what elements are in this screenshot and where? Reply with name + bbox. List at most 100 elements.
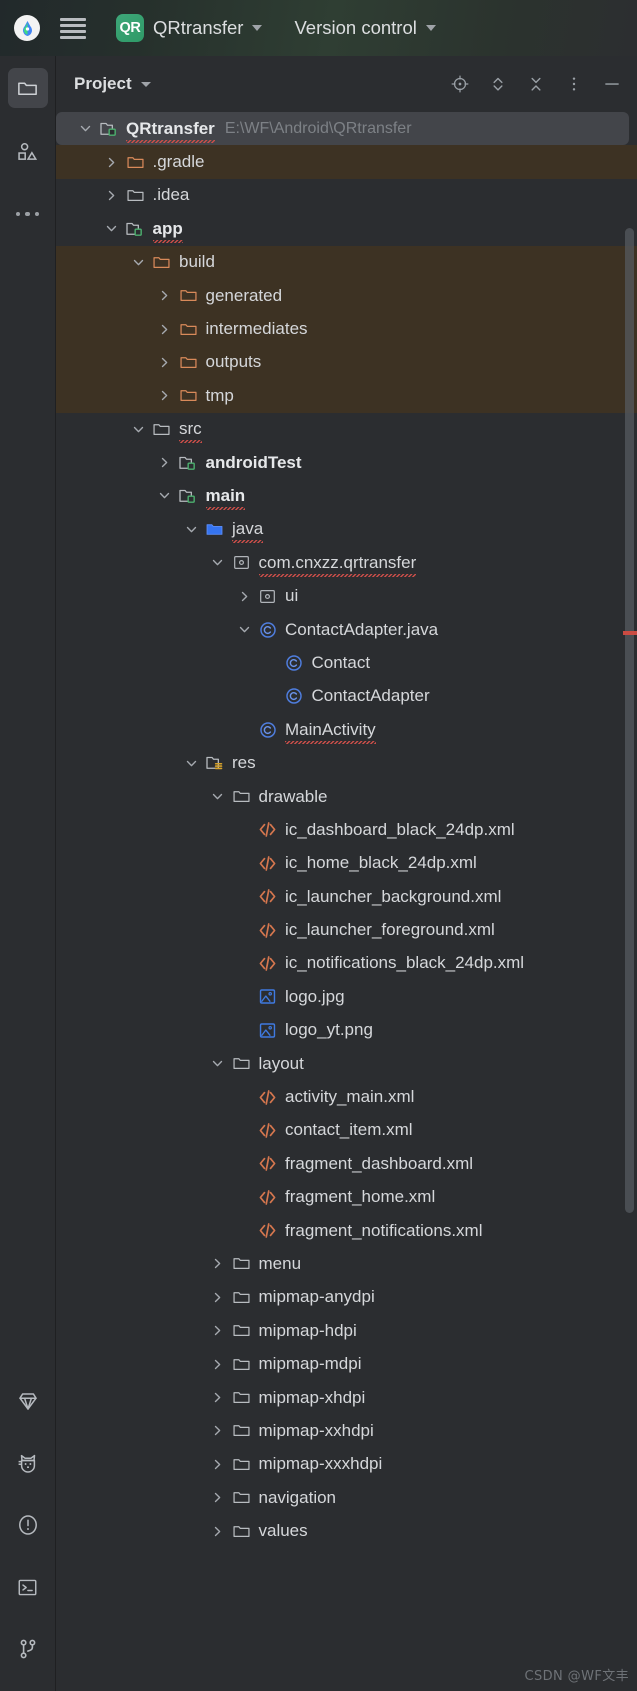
- tree-row[interactable]: mipmap-hdpi: [56, 1314, 637, 1347]
- sidebar-item-assistant[interactable]: [8, 1443, 48, 1483]
- tree-row[interactable]: fragment_dashboard.xml: [56, 1147, 637, 1180]
- sidebar-item-bookmarks[interactable]: [8, 1381, 48, 1421]
- tree-row[interactable]: app: [56, 212, 637, 245]
- folder-orange-icon: [151, 252, 172, 273]
- tree-row[interactable]: mipmap-mdpi: [56, 1347, 637, 1380]
- chevron-down-icon[interactable]: [180, 752, 202, 774]
- tree-row[interactable]: src: [56, 413, 637, 446]
- tree-row[interactable]: logo_yt.png: [56, 1014, 637, 1047]
- tree-row[interactable]: res: [56, 746, 637, 779]
- chevron-right-icon[interactable]: [207, 1520, 229, 1542]
- tree-row[interactable]: java: [56, 513, 637, 546]
- tree-row[interactable]: fragment_notifications.xml: [56, 1214, 637, 1247]
- tree-row[interactable]: .gradle: [56, 145, 637, 178]
- chevron-right-icon[interactable]: [207, 1420, 229, 1442]
- chevron-right-icon[interactable]: [154, 351, 176, 373]
- sidebar-item-terminal[interactable]: [8, 1567, 48, 1607]
- tree-row[interactable]: drawable: [56, 780, 637, 813]
- chevron-down-icon[interactable]: [127, 418, 149, 440]
- tree-row[interactable]: mipmap-xxxhdpi: [56, 1448, 637, 1481]
- chevron-right-icon[interactable]: [207, 1353, 229, 1375]
- tree-row-label: menu: [259, 1254, 302, 1274]
- tree-row[interactable]: ContactAdapter.java: [56, 613, 637, 646]
- tree-row[interactable]: menu: [56, 1247, 637, 1280]
- java-class-icon: [257, 719, 278, 740]
- tree-row[interactable]: main: [56, 479, 637, 512]
- error-stripe-marker[interactable]: [623, 631, 637, 635]
- chevron-down-icon[interactable]: [141, 82, 151, 87]
- sidebar-item-version-control[interactable]: [8, 1629, 48, 1669]
- vertical-scrollbar[interactable]: [625, 228, 634, 1213]
- tree-row[interactable]: androidTest: [56, 446, 637, 479]
- tree-row[interactable]: values: [56, 1514, 637, 1547]
- chevron-down-icon[interactable]: [74, 118, 96, 140]
- chevron-down-icon[interactable]: [207, 786, 229, 808]
- chevron-down-icon[interactable]: [207, 552, 229, 574]
- chevron-right-icon[interactable]: [101, 151, 123, 173]
- tree-row[interactable]: contact_item.xml: [56, 1114, 637, 1147]
- chevron-right-icon[interactable]: [207, 1487, 229, 1509]
- chevron-right-icon[interactable]: [154, 385, 176, 407]
- select-opened-file-button[interactable]: [449, 73, 471, 95]
- chevron-right-icon[interactable]: [207, 1387, 229, 1409]
- options-button[interactable]: [563, 73, 585, 95]
- tree-row[interactable]: outputs: [56, 346, 637, 379]
- tree-row[interactable]: fragment_home.xml: [56, 1181, 637, 1214]
- tree-row[interactable]: layout: [56, 1047, 637, 1080]
- tree-row[interactable]: ic_notifications_black_24dp.xml: [56, 947, 637, 980]
- tree-row[interactable]: ic_launcher_foreground.xml: [56, 913, 637, 946]
- tree-row[interactable]: ContactAdapter: [56, 680, 637, 713]
- android-studio-icon[interactable]: [14, 15, 40, 41]
- tree-row[interactable]: Contact: [56, 646, 637, 679]
- sidebar-item-project[interactable]: [8, 68, 48, 108]
- tree-row[interactable]: MainActivity: [56, 713, 637, 746]
- tree-row[interactable]: mipmap-xhdpi: [56, 1381, 637, 1414]
- expand-all-button[interactable]: [487, 73, 509, 95]
- sidebar-item-resource-manager[interactable]: [8, 131, 48, 171]
- project-tree[interactable]: QRtransferE:\WF\Android\QRtransfer.gradl…: [56, 112, 637, 1691]
- tree-row[interactable]: ic_launcher_background.xml: [56, 880, 637, 913]
- tree-row[interactable]: QRtransferE:\WF\Android\QRtransfer: [56, 112, 629, 145]
- tree-row[interactable]: tmp: [56, 379, 637, 412]
- chevron-right-icon[interactable]: [233, 585, 255, 607]
- tree-row-label: res: [232, 753, 256, 773]
- sidebar-item-more[interactable]: [8, 194, 48, 234]
- tree-row[interactable]: build: [56, 246, 637, 279]
- chevron-right-icon[interactable]: [101, 184, 123, 206]
- chevron-right-icon[interactable]: [207, 1253, 229, 1275]
- tree-row[interactable]: ic_home_black_24dp.xml: [56, 847, 637, 880]
- collapse-all-button[interactable]: [525, 73, 547, 95]
- chevron-down-icon[interactable]: [101, 218, 123, 240]
- tree-row[interactable]: logo.jpg: [56, 980, 637, 1013]
- tree-row-label: generated: [206, 286, 283, 306]
- chevron-right-icon[interactable]: [154, 285, 176, 307]
- project-selector[interactable]: QR QRtransfer: [112, 11, 270, 45]
- tree-row[interactable]: mipmap-xxhdpi: [56, 1414, 637, 1447]
- chevron-right-icon[interactable]: [154, 452, 176, 474]
- shapes-icon: [16, 140, 39, 163]
- tree-row[interactable]: .idea: [56, 179, 637, 212]
- chevron-down-icon[interactable]: [127, 251, 149, 273]
- sidebar-item-problems[interactable]: [8, 1505, 48, 1545]
- tree-row[interactable]: com.cnxzz.qrtransfer: [56, 546, 637, 579]
- chevron-down-icon[interactable]: [180, 518, 202, 540]
- chevron-right-icon[interactable]: [207, 1320, 229, 1342]
- tree-row[interactable]: activity_main.xml: [56, 1080, 637, 1113]
- module-folder-icon: [178, 452, 199, 473]
- tree-row[interactable]: mipmap-anydpi: [56, 1281, 637, 1314]
- tree-row[interactable]: intermediates: [56, 312, 637, 345]
- version-control-selector[interactable]: Version control: [294, 17, 435, 39]
- tree-row[interactable]: ic_dashboard_black_24dp.xml: [56, 813, 637, 846]
- chevron-right-icon[interactable]: [207, 1453, 229, 1475]
- tree-row[interactable]: ui: [56, 579, 637, 612]
- chevron-down-icon[interactable]: [233, 619, 255, 641]
- chevron-down-icon[interactable]: [154, 485, 176, 507]
- tree-row[interactable]: generated: [56, 279, 637, 312]
- hamburger-menu-icon[interactable]: [60, 18, 86, 39]
- chevron-right-icon[interactable]: [207, 1286, 229, 1308]
- tree-row-label: ContactAdapter.java: [285, 620, 438, 640]
- hide-panel-button[interactable]: [601, 73, 623, 95]
- chevron-right-icon[interactable]: [154, 318, 176, 340]
- tree-row[interactable]: navigation: [56, 1481, 637, 1514]
- chevron-down-icon[interactable]: [207, 1053, 229, 1075]
